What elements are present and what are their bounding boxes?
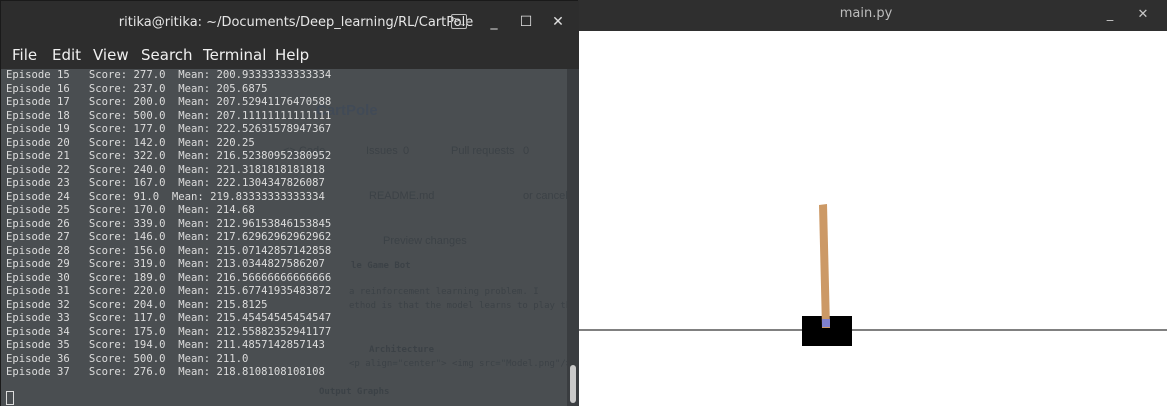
terminal-line: Episode 20 Score: 142.0 Mean: 220.25 [6, 136, 255, 149]
terminal-line: Episode 31 Score: 220.0 Mean: 215.677419… [6, 285, 332, 297]
render-window-title: main.py [839, 6, 893, 21]
terminal-maximize-button[interactable]: ☐ [515, 11, 537, 33]
cartpole-scene [576, 204, 1167, 346]
terminal-line: Episode 35 Score: 194.0 Mean: 211.485714… [6, 339, 325, 351]
cartpole-canvas [576, 31, 1167, 406]
render-titlebar[interactable]: main.py _ ✕ [576, 0, 1167, 31]
pole-axle [822, 319, 830, 327]
terminal-scroll-thumb[interactable] [570, 365, 576, 403]
pole [819, 204, 830, 328]
terminal-command-icon[interactable]: >_ [451, 14, 467, 29]
terminal-line: Episode 27 Score: 146.0 Mean: 217.629629… [6, 231, 332, 243]
terminal-titlebar[interactable]: ritika@ritika: ~/Documents/Deep_learning… [1, 1, 579, 43]
terminal-line: Episode 21 Score: 322.0 Mean: 216.523809… [6, 150, 332, 162]
menu-search[interactable]: Search [141, 46, 193, 64]
ghost-cancel-link: or cancel [523, 190, 567, 202]
terminal-output[interactable]: CartPole <> Code Issues 0 Pull requests … [1, 69, 567, 406]
terminal-line: Episode 15 Score: 277.0 Mean: 200.933333… [6, 69, 332, 81]
terminal-lines: Episode 15 Score: 277.0 Mean: 200.933333… [6, 69, 331, 380]
terminal-line: Episode 37 Score: 276.0 Mean: 218.810810… [6, 366, 325, 378]
terminal-line: Episode 28 Score: 156.0 Mean: 215.071428… [6, 244, 332, 257]
terminal-line: Episode 18 Score: 500.0 Mean: 207.111111… [6, 109, 332, 122]
terminal-line: Episode 33 Score: 117.0 Mean: 215.454545… [6, 312, 332, 324]
terminal-line: Episode 22 Score: 240.0 Mean: 221.318181… [6, 163, 325, 176]
terminal-line: Episode 24 Score: 91.0 Mean: 219.8333333… [6, 190, 325, 203]
ghost-tab-issues: Issues [366, 145, 398, 157]
ghost-output-heading: Output Graphs [319, 387, 390, 397]
ghost-img-tag: <p align="center"> <img src="Model.png"/… [349, 359, 567, 369]
terminal-scrollbar[interactable] [567, 69, 579, 406]
terminal-cursor [6, 391, 14, 405]
terminal-minimize-button[interactable]: _ [483, 11, 505, 33]
render-minimize-button[interactable]: _ [1099, 4, 1121, 26]
terminal-window: ritika@ritika: ~/Documents/Deep_learning… [0, 0, 579, 406]
terminal-line: Episode 32 Score: 204.0 Mean: 215.8125 [6, 298, 268, 311]
ghost-text-2: ethod is that the model learns to play t… [349, 301, 567, 311]
ghost-text-1: a reinforcement learning problem. I [349, 287, 539, 297]
terminal-line: Episode 17 Score: 200.0 Mean: 207.529411… [6, 96, 332, 108]
render-close-button[interactable]: ✕ [1132, 4, 1154, 26]
ghost-tab-pulls: Pull requests [451, 145, 515, 157]
ghost-issues-count: 0 [403, 145, 410, 157]
terminal-line: Episode 34 Score: 175.0 Mean: 212.558823… [6, 325, 332, 338]
terminal-menubar: File Edit View Search Terminal Help [1, 43, 579, 69]
terminal-close-button[interactable]: ✕ [547, 11, 569, 33]
menu-view[interactable]: View [93, 46, 129, 64]
terminal-line: Episode 26 Score: 339.0 Mean: 212.961538… [6, 217, 332, 230]
ghost-architecture-heading: Architecture [369, 345, 435, 355]
terminal-line: Episode 36 Score: 500.0 Mean: 211.0 [6, 352, 249, 365]
terminal-line: Episode 16 Score: 237.0 Mean: 205.6875 [6, 82, 268, 95]
ghost-preview-tab: Preview changes [383, 235, 467, 247]
ghost-file-name: README.md [369, 190, 435, 202]
terminal-line: Episode 25 Score: 170.0 Mean: 214.68 [6, 204, 255, 216]
ghost-pulls-count: 0 [523, 145, 530, 157]
terminal-line: Episode 30 Score: 189.0 Mean: 216.566666… [6, 271, 332, 284]
terminal-line: Episode 23 Score: 167.0 Mean: 222.130434… [6, 177, 325, 189]
terminal-line: Episode 29 Score: 319.0 Mean: 213.034482… [6, 258, 325, 270]
menu-terminal[interactable]: Terminal [203, 46, 266, 64]
menu-help[interactable]: Help [275, 46, 309, 64]
terminal-line: Episode 19 Score: 177.0 Mean: 222.526315… [6, 123, 332, 135]
render-window: main.py _ ✕ [576, 0, 1167, 406]
menu-file[interactable]: File [12, 46, 37, 64]
ghost-heading: le Game Bot [351, 261, 411, 271]
menu-edit[interactable]: Edit [52, 46, 81, 64]
